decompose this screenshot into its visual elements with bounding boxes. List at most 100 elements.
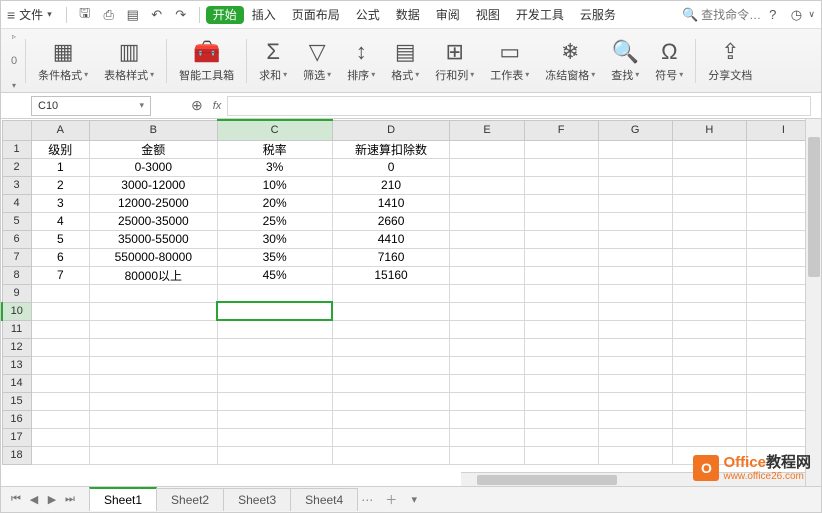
row-header[interactable]: 3 <box>2 176 31 194</box>
cell[interactable] <box>90 410 218 428</box>
cell[interactable]: 5 <box>31 230 89 248</box>
cell[interactable] <box>672 428 746 446</box>
cell[interactable] <box>90 338 218 356</box>
cell[interactable] <box>524 320 598 338</box>
cell[interactable] <box>217 356 332 374</box>
cell[interactable] <box>90 428 218 446</box>
cell[interactable] <box>450 374 524 392</box>
paste-indicator[interactable]: ▹0▾ <box>7 32 21 90</box>
cell[interactable]: 4 <box>31 212 89 230</box>
mode-icon[interactable]: ◷ <box>786 5 806 25</box>
cell[interactable] <box>332 356 450 374</box>
cell[interactable] <box>524 266 598 284</box>
cell[interactable] <box>524 374 598 392</box>
add-sheet-button[interactable]: ＋ <box>377 491 405 508</box>
cell[interactable]: 210 <box>332 176 450 194</box>
ribbon-tab[interactable]: 云服务 <box>572 5 624 25</box>
cell[interactable] <box>217 338 332 356</box>
select-all-corner[interactable] <box>2 120 31 140</box>
cell[interactable] <box>598 338 672 356</box>
cell[interactable] <box>524 410 598 428</box>
share-button[interactable]: ⇪ 分享文档 <box>700 39 760 83</box>
cell[interactable] <box>450 284 524 302</box>
ribbon-tab[interactable]: 公式 <box>348 5 388 25</box>
cell[interactable] <box>450 356 524 374</box>
cell[interactable] <box>31 356 89 374</box>
undo-icon[interactable]: ↶ <box>147 5 167 25</box>
cell[interactable] <box>598 140 672 158</box>
sheet-tab[interactable]: Sheet4 <box>290 488 358 511</box>
cell[interactable]: 7 <box>31 266 89 284</box>
cell[interactable] <box>672 266 746 284</box>
cell[interactable]: 6 <box>31 248 89 266</box>
row-header[interactable]: 15 <box>2 392 31 410</box>
cell[interactable] <box>31 410 89 428</box>
cell[interactable] <box>332 446 450 464</box>
redo-icon[interactable]: ↷ <box>171 5 191 25</box>
cell[interactable] <box>672 338 746 356</box>
cell[interactable]: 0 <box>332 158 450 176</box>
row-header[interactable]: 14 <box>2 374 31 392</box>
sum-button[interactable]: Σ 求和▾ <box>251 39 295 83</box>
cell[interactable] <box>598 302 672 320</box>
cell[interactable] <box>217 284 332 302</box>
cell[interactable] <box>598 320 672 338</box>
cell[interactable]: 税率 <box>217 140 332 158</box>
table-style-button[interactable]: ▥ 表格样式▾ <box>96 39 162 83</box>
cell[interactable] <box>598 356 672 374</box>
cell[interactable]: 3 <box>31 194 89 212</box>
cell[interactable] <box>450 338 524 356</box>
ribbon-tab[interactable]: 数据 <box>388 5 428 25</box>
cell[interactable]: 550000-80000 <box>90 248 218 266</box>
cell[interactable] <box>31 428 89 446</box>
find-button[interactable]: 🔍 查找▾ <box>603 39 647 83</box>
cell[interactable] <box>90 320 218 338</box>
column-header[interactable]: D <box>332 120 450 140</box>
cell[interactable]: 35% <box>217 248 332 266</box>
cell[interactable] <box>672 230 746 248</box>
cell[interactable] <box>450 266 524 284</box>
cell[interactable] <box>672 392 746 410</box>
cell[interactable]: 级别 <box>31 140 89 158</box>
row-header[interactable]: 12 <box>2 338 31 356</box>
cell[interactable] <box>524 302 598 320</box>
row-header[interactable]: 4 <box>2 194 31 212</box>
cell[interactable] <box>332 284 450 302</box>
row-header[interactable]: 11 <box>2 320 31 338</box>
cell[interactable] <box>31 320 89 338</box>
cell[interactable] <box>217 446 332 464</box>
cell[interactable] <box>672 284 746 302</box>
cell[interactable] <box>450 410 524 428</box>
ribbon-tab[interactable]: 审阅 <box>428 5 468 25</box>
cell[interactable] <box>524 428 598 446</box>
tab-list-icon[interactable]: ▾ <box>405 493 423 506</box>
cell[interactable]: 4410 <box>332 230 450 248</box>
cell[interactable]: 30% <box>217 230 332 248</box>
cell[interactable] <box>450 176 524 194</box>
cell[interactable] <box>524 176 598 194</box>
zoom-icon[interactable]: ⊕ <box>191 97 203 114</box>
column-header[interactable]: H <box>672 120 746 140</box>
cell[interactable] <box>598 374 672 392</box>
cell[interactable]: 15160 <box>332 266 450 284</box>
cell[interactable] <box>672 176 746 194</box>
cell[interactable] <box>524 194 598 212</box>
row-header[interactable]: 10 <box>2 302 31 320</box>
cell[interactable] <box>524 248 598 266</box>
cell[interactable] <box>672 410 746 428</box>
row-header[interactable]: 17 <box>2 428 31 446</box>
cell[interactable]: 45% <box>217 266 332 284</box>
cell[interactable] <box>450 320 524 338</box>
cell[interactable] <box>598 158 672 176</box>
column-header[interactable]: A <box>31 120 89 140</box>
cell[interactable]: 7160 <box>332 248 450 266</box>
cell[interactable] <box>217 320 332 338</box>
row-col-button[interactable]: ⊞ 行和列▾ <box>427 39 482 83</box>
more-tabs-icon[interactable]: ⋯ <box>357 493 377 507</box>
cell[interactable] <box>217 410 332 428</box>
cell[interactable] <box>450 212 524 230</box>
cell[interactable]: 2 <box>31 176 89 194</box>
cell[interactable]: 25000-35000 <box>90 212 218 230</box>
cell[interactable] <box>90 374 218 392</box>
cell[interactable]: 80000以上 <box>90 266 218 284</box>
